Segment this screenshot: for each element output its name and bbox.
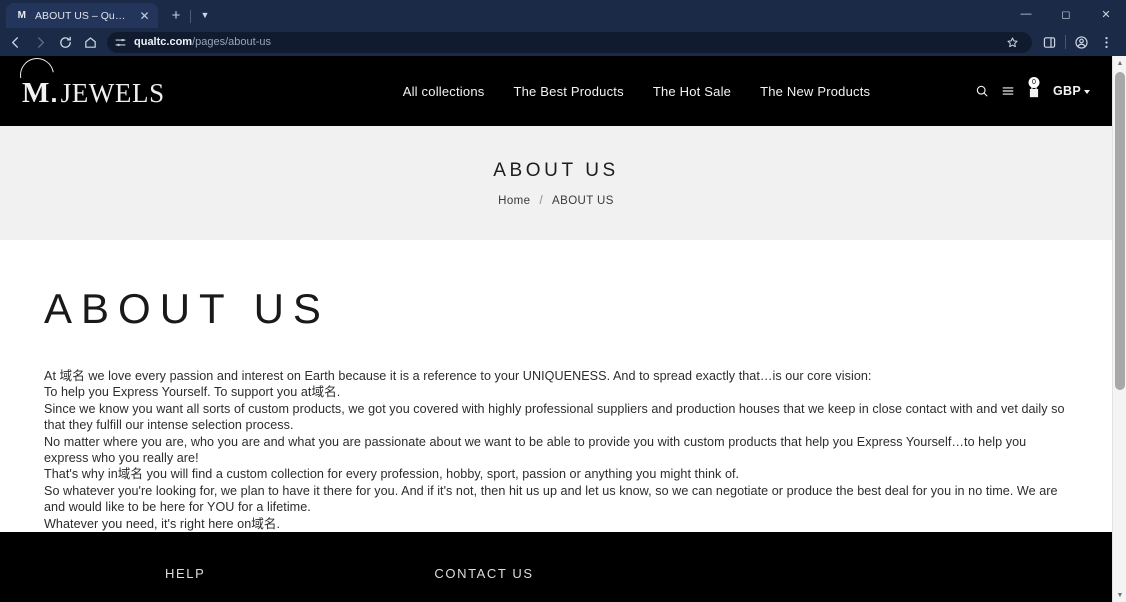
main-navigation: All collections The Best Products The Ho… xyxy=(403,84,871,99)
site-footer: HELP CONTACT US xyxy=(0,532,1112,602)
home-icon[interactable] xyxy=(78,30,103,55)
site-header: M . JEWELS All collections The Best Prod… xyxy=(0,56,1112,126)
new-tab-button[interactable]: + xyxy=(163,3,189,27)
page-title: ABOUT US xyxy=(44,285,330,332)
tab-strip: M ABOUT US – Qualtc Shop ✕ + ▼ — ◻ ✕ xyxy=(0,0,1126,28)
forward-arrow-icon[interactable] xyxy=(28,30,53,55)
profile-icon[interactable] xyxy=(1069,30,1094,55)
header-tools: 0 GBP xyxy=(975,76,1098,99)
nav-item-the-hot-sale[interactable]: The Hot Sale xyxy=(653,84,731,99)
breadcrumb: Home / ABOUT US xyxy=(498,195,614,207)
article-paragraph: Since we know you want all sorts of cust… xyxy=(44,401,1065,433)
search-icon[interactable] xyxy=(975,84,989,98)
footer-column-contact-us: CONTACT US xyxy=(434,566,533,602)
hero-title: ABOUT US xyxy=(493,159,619,181)
nav-item-all-collections[interactable]: All collections xyxy=(403,84,485,99)
browser-tab-about-us[interactable]: M ABOUT US – Qualtc Shop ✕ xyxy=(6,3,158,28)
footer-column-help: HELP xyxy=(165,566,205,602)
article-body: At 域名 we love every passion and interest… xyxy=(44,368,1072,532)
page-content: M . JEWELS All collections The Best Prod… xyxy=(0,56,1112,602)
tune-icon[interactable] xyxy=(113,35,128,50)
scrollbar-thumb[interactable] xyxy=(1115,72,1125,390)
page-scrollbar[interactable]: ▲ ▼ xyxy=(1112,56,1126,602)
footer-heading-contact-us: CONTACT US xyxy=(434,566,534,582)
logo-wordmark: JEWELS xyxy=(60,77,165,108)
reload-icon[interactable] xyxy=(53,30,78,55)
hamburger-menu-icon[interactable] xyxy=(1001,84,1015,98)
article-paragraph: To help you Express Yourself. To support… xyxy=(44,385,341,400)
currency-selector[interactable]: GBP xyxy=(1053,84,1090,98)
three-dot-menu-icon[interactable] xyxy=(1094,30,1119,55)
footer-heading-help: HELP xyxy=(165,566,206,582)
breadcrumb-current: ABOUT US xyxy=(552,194,614,207)
tab-favicon-icon: M xyxy=(17,10,26,21)
split-view-icon[interactable] xyxy=(1037,30,1062,55)
window-close-icon[interactable]: ✕ xyxy=(1086,0,1126,28)
breadcrumb-separator: / xyxy=(539,194,544,207)
window-controls: — ◻ ✕ xyxy=(1006,0,1126,28)
article: ABOUT US At 域名 we love every passion and… xyxy=(0,240,1112,533)
toolbar-divider xyxy=(1065,35,1066,49)
scroll-up-arrow-icon[interactable]: ▲ xyxy=(1113,56,1126,70)
browser-chrome: M ABOUT US – Qualtc Shop ✕ + ▼ — ◻ ✕ xyxy=(0,0,1126,56)
currency-label: GBP xyxy=(1053,84,1081,98)
nav-item-the-new-products[interactable]: The New Products xyxy=(760,84,870,99)
article-paragraph: No matter where you are, who you are and… xyxy=(44,434,1027,466)
article-paragraph: That's why in域名 you will find a custom c… xyxy=(44,467,740,482)
close-icon[interactable]: ✕ xyxy=(137,8,152,23)
browser-toolbar: qualtc.com/pages/about-us xyxy=(0,28,1126,56)
omnibox[interactable]: qualtc.com/pages/about-us xyxy=(107,31,1032,53)
chevron-down-icon xyxy=(1084,90,1090,94)
omnibox-url-host: qualtc.com xyxy=(134,36,193,48)
breadcrumb-home[interactable]: Home xyxy=(498,195,530,207)
minimize-icon[interactable]: — xyxy=(1006,0,1046,28)
tab-title: ABOUT US – Qualtc Shop xyxy=(35,9,130,22)
nav-item-the-best-products[interactable]: The Best Products xyxy=(513,84,623,99)
site-logo[interactable]: M . JEWELS xyxy=(13,56,165,110)
article-paragraph: So whatever you're looking for, we plan … xyxy=(44,483,1058,515)
omnibox-url: qualtc.com/pages/about-us xyxy=(134,36,996,48)
article-paragraph: Whatever you need, it's right here on域名. xyxy=(44,516,281,531)
omnibox-url-path: /pages/about-us xyxy=(192,36,271,48)
chevron-down-icon[interactable]: ▼ xyxy=(194,3,216,27)
cart-button[interactable]: 0 xyxy=(1027,76,1041,99)
page-hero: ABOUT US Home / ABOUT US xyxy=(0,126,1112,240)
scroll-down-arrow-icon[interactable]: ▼ xyxy=(1113,588,1126,602)
page-viewport: M . JEWELS All collections The Best Prod… xyxy=(0,56,1126,602)
cart-count-badge: 0 xyxy=(1028,76,1040,88)
article-paragraph: At 域名 we love every passion and interest… xyxy=(44,369,872,383)
maximize-icon[interactable]: ◻ xyxy=(1046,0,1086,28)
star-icon[interactable] xyxy=(1002,32,1022,52)
tab-strip-divider xyxy=(190,10,191,23)
back-arrow-icon[interactable] xyxy=(3,30,28,55)
